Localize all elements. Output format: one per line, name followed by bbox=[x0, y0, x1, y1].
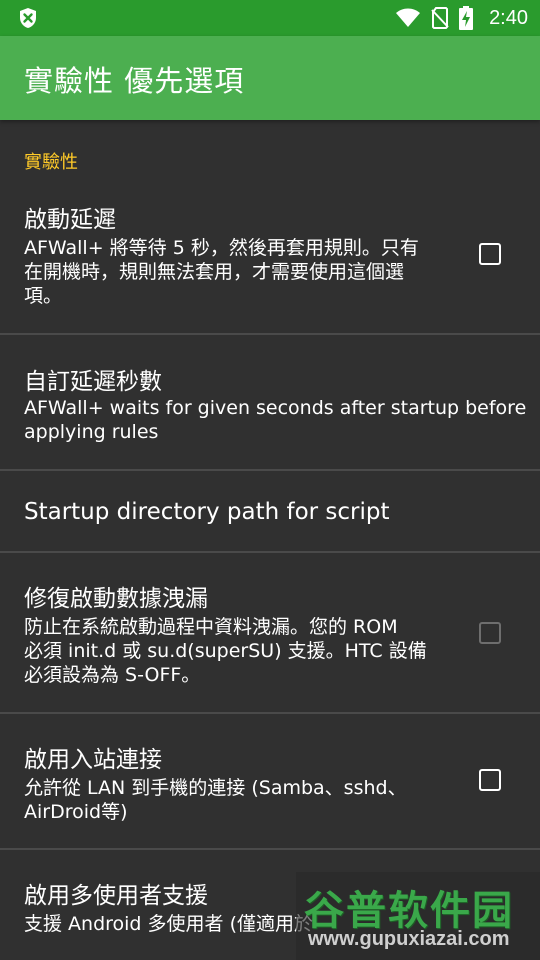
inbound-connections-checkbox[interactable] bbox=[479, 769, 501, 791]
summary-line: AFWall+ waits for given seconds after st… bbox=[24, 397, 527, 419]
pref-title: 啟用入站連接 bbox=[24, 747, 162, 773]
watermark-url: www.gupuxiazai.com bbox=[308, 928, 510, 950]
status-time: 2:40 bbox=[489, 6, 528, 29]
no-sim-icon bbox=[431, 7, 449, 29]
summary-line: AirDroid等) bbox=[24, 801, 128, 823]
pref-summary: 防止在系統啟動過程中資料洩漏。您的 ROM 必須 init.d 或 su.d(s… bbox=[24, 615, 427, 687]
summary-line: 必須 init.d 或 su.d(superSU) 支援。HTC 設備 bbox=[24, 640, 427, 662]
summary-line: 允許從 LAN 到手機的連接 (Samba、sshd、 bbox=[24, 777, 407, 799]
pref-startup-delay[interactable]: 啟動延遲 AFWall+ 將等待 5 秒，然後再套用規則。只有 在開機時，規則無… bbox=[0, 180, 540, 332]
wifi-icon bbox=[396, 8, 421, 27]
startup-delay-checkbox[interactable] bbox=[479, 243, 501, 265]
category-header: 實驗性 bbox=[24, 152, 78, 173]
pref-summary: 允許從 LAN 到手機的連接 (Samba、sshd、 AirDroid等) bbox=[24, 776, 407, 824]
fix-startup-leak-checkbox[interactable] bbox=[479, 622, 501, 644]
pref-title: 啟用多使用者支援 bbox=[24, 883, 208, 909]
summary-line: 在開機時，規則無法套用，才需要使用這個選 bbox=[24, 261, 405, 283]
page-title: 實驗性 優先選項 bbox=[24, 64, 245, 98]
pref-summary: 支援 Android 多使用者 (僅適用於 bbox=[24, 912, 313, 936]
summary-line: AFWall+ 將等待 5 秒，然後再套用規則。只有 bbox=[24, 237, 419, 259]
pref-summary: AFWall+ 將等待 5 秒，然後再套用規則。只有 在開機時，規則無法套用，才… bbox=[24, 236, 419, 308]
watermark: 谷普软件园 www.gupuxiazai.com bbox=[296, 872, 540, 960]
pref-title: 修復啟動數據洩漏 bbox=[24, 586, 208, 612]
pref-title: Startup directory path for script bbox=[24, 499, 390, 525]
pref-summary: AFWall+ waits for given seconds after st… bbox=[24, 396, 526, 444]
pref-title: 自訂延遲秒數 bbox=[24, 369, 162, 395]
pref-startup-directory[interactable]: Startup directory path for script bbox=[0, 471, 540, 551]
summary-line: 防止在系統啟動過程中資料洩漏。您的 ROM bbox=[24, 616, 398, 638]
pref-custom-delay[interactable]: 自訂延遲秒數 AFWall+ waits for given seconds a… bbox=[0, 335, 540, 469]
summary-line: applying rules bbox=[24, 421, 159, 443]
battery-charging-icon bbox=[459, 6, 474, 30]
shield-x-icon bbox=[20, 8, 36, 28]
status-bar: 2:40 bbox=[0, 0, 540, 36]
summary-line: 支援 Android 多使用者 (僅適用於 bbox=[24, 913, 313, 935]
pref-inbound-connections[interactable]: 啟用入站連接 允許從 LAN 到手機的連接 (Samba、sshd、 AirDr… bbox=[0, 714, 540, 848]
pref-fix-startup-leak[interactable]: 修復啟動數據洩漏 防止在系統啟動過程中資料洩漏。您的 ROM 必須 init.d… bbox=[0, 553, 540, 711]
summary-line: 項。 bbox=[24, 285, 63, 307]
summary-line: 必須設為為 S-OFF。 bbox=[24, 664, 201, 686]
app-bar: 實驗性 優先選項 bbox=[0, 36, 540, 120]
pref-title: 啟動延遲 bbox=[24, 207, 116, 233]
